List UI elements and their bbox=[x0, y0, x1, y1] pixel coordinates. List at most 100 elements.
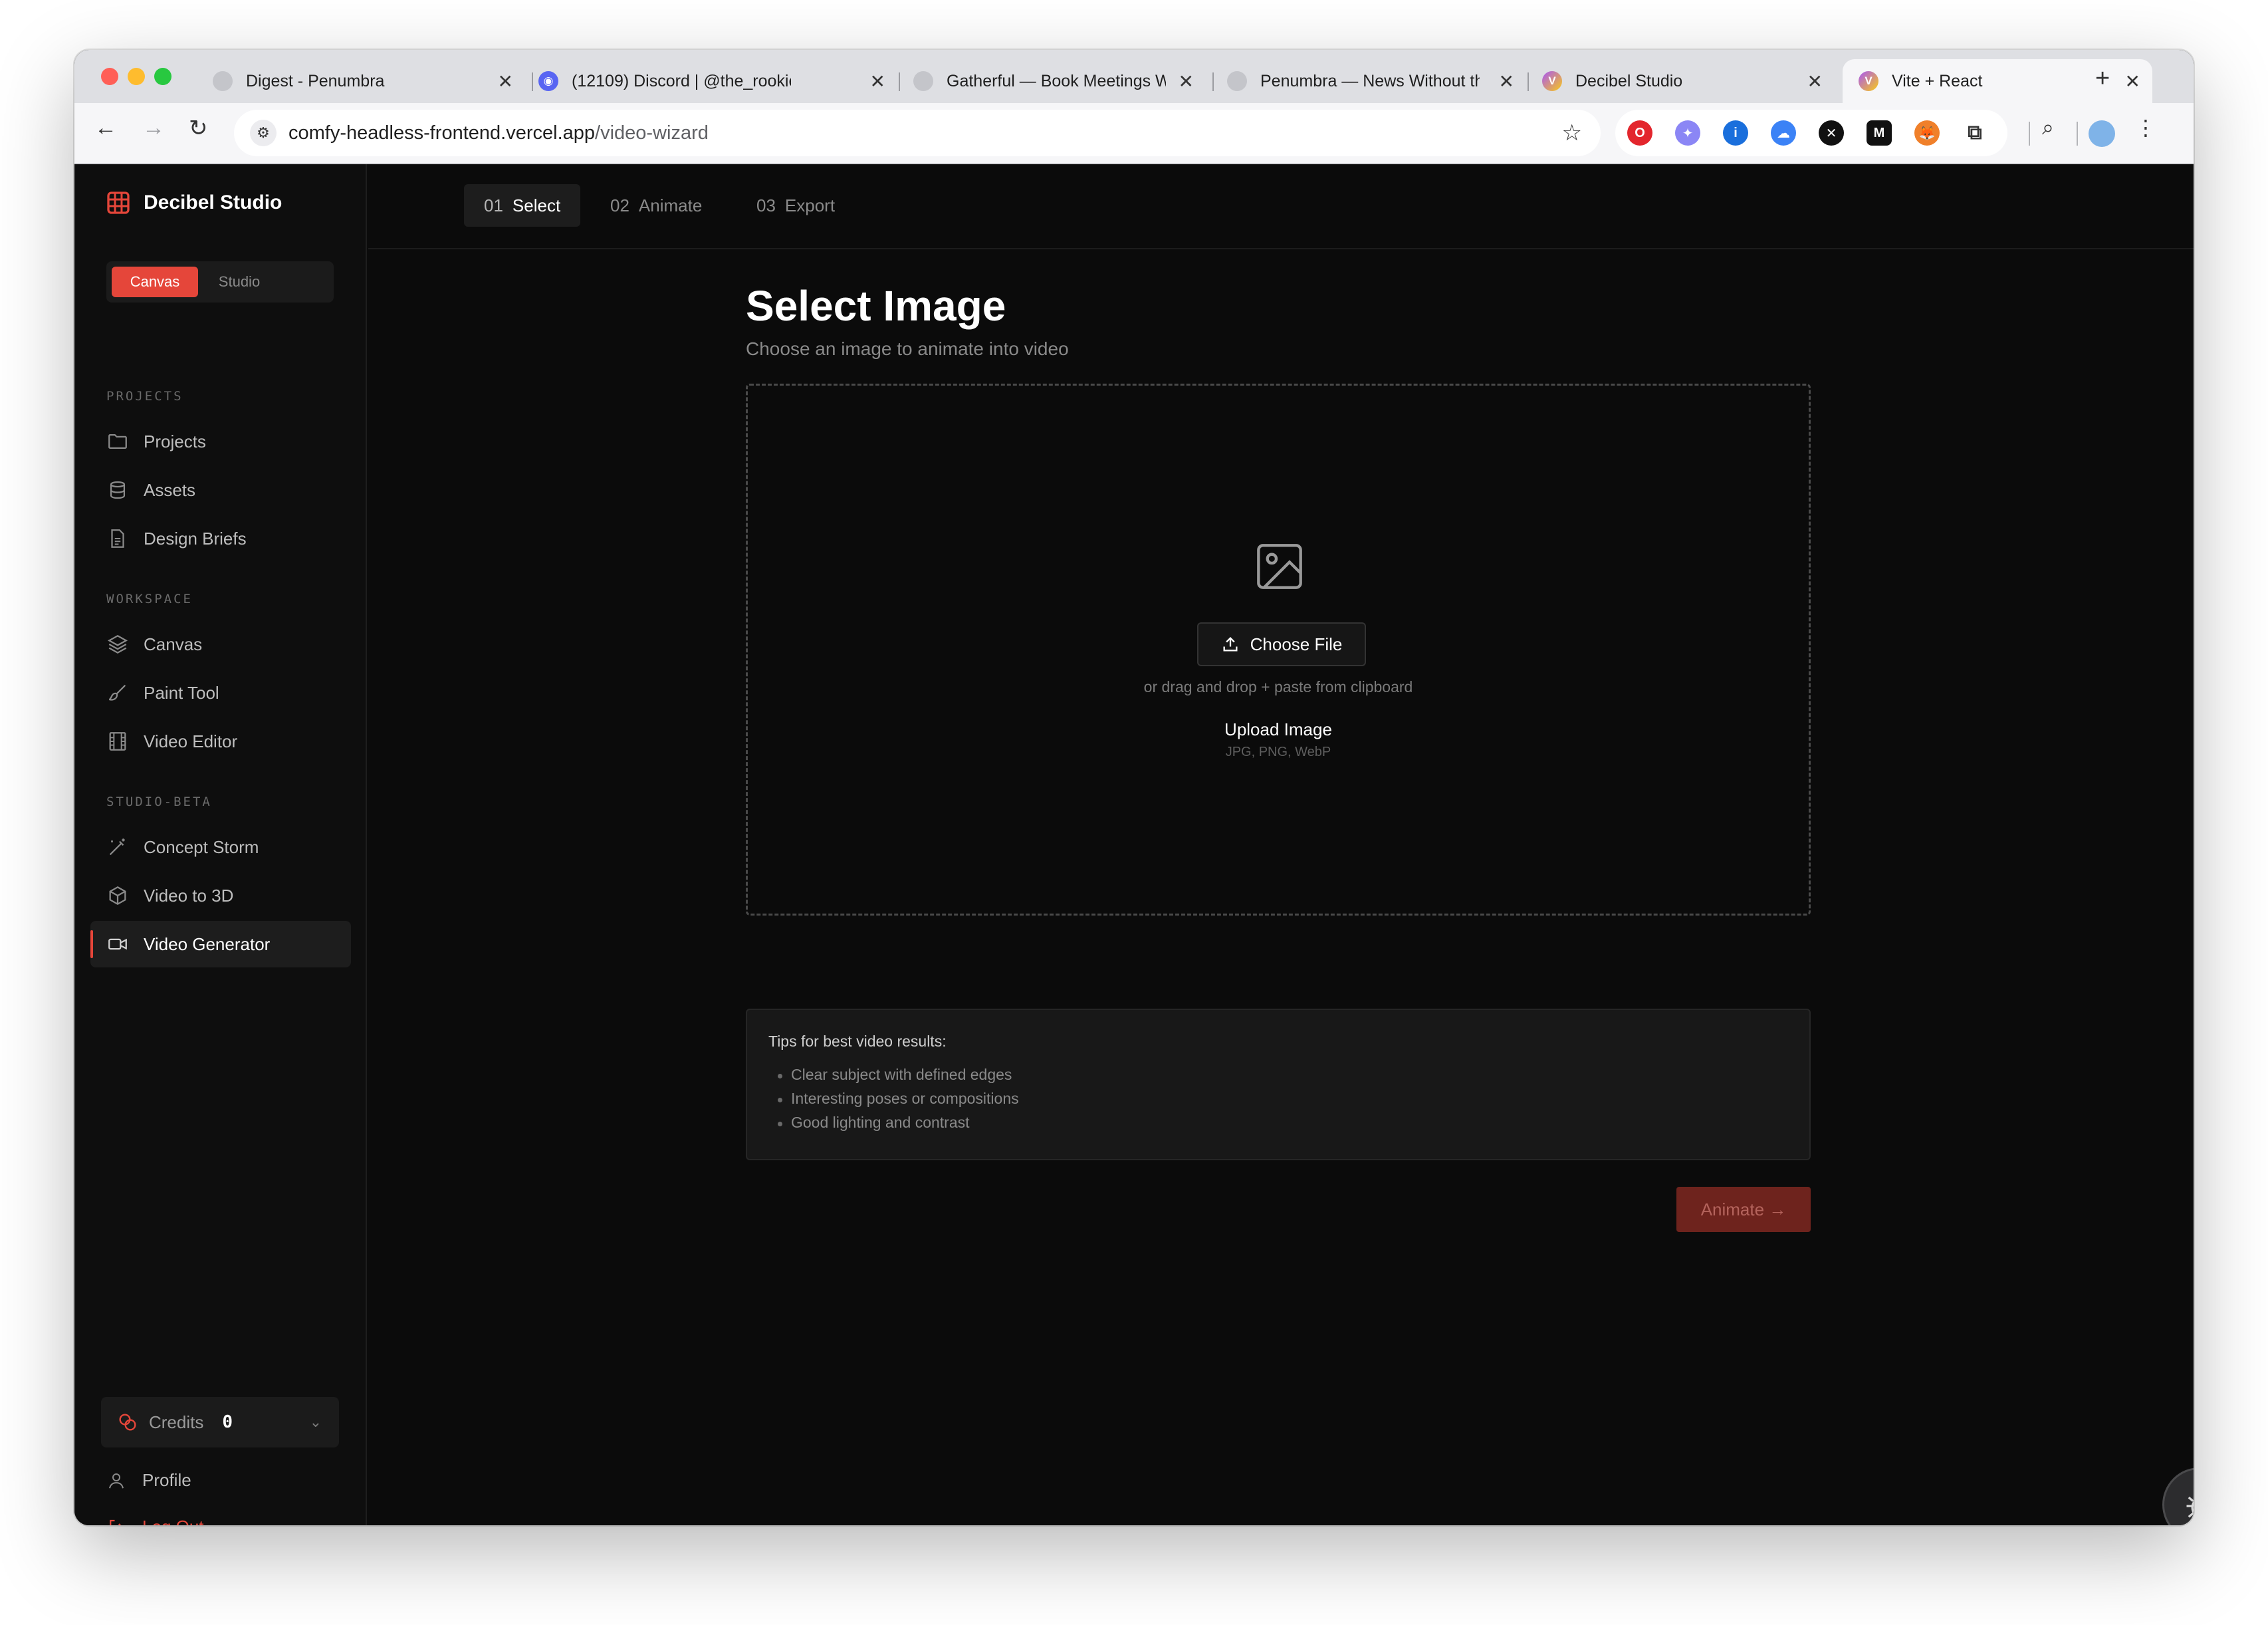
page-subtitle: Choose an image to animate into video bbox=[746, 338, 1069, 359]
browser-menu-icon[interactable]: ⋮ bbox=[2135, 115, 2156, 140]
extensions-puzzle-icon[interactable]: ⧉ bbox=[1962, 120, 1987, 146]
mode-canvas-button[interactable]: Canvas bbox=[112, 267, 198, 297]
browser-tab[interactable]: ◉ (12109) Discord | @the_rookie ✕ bbox=[538, 59, 897, 103]
onepassword-extension-icon[interactable]: i bbox=[1723, 120, 1748, 146]
credits-dropdown[interactable]: Credits 0 ⌄ bbox=[101, 1397, 339, 1447]
main-content: 01 Select 02 Animate 03 Export Select Im… bbox=[368, 164, 2194, 1525]
brush-icon bbox=[108, 684, 126, 701]
brand[interactable]: Decibel Studio bbox=[106, 191, 282, 215]
profile-link[interactable]: Profile bbox=[106, 1470, 191, 1491]
sidebar-item-paint-tool[interactable]: Paint Tool bbox=[90, 670, 351, 716]
back-icon[interactable]: ← bbox=[94, 115, 117, 141]
maximize-window-button[interactable] bbox=[154, 68, 171, 85]
bug-icon bbox=[2186, 1496, 2194, 1518]
step-label: Animate bbox=[638, 195, 703, 215]
close-tab-icon[interactable]: ✕ bbox=[1807, 70, 1823, 92]
wizard-steps: 01 Select 02 Animate 03 Export bbox=[368, 164, 2194, 249]
credits-label: Credits bbox=[149, 1412, 204, 1432]
sidebar-item-label: Video Generator bbox=[144, 934, 271, 954]
minimize-window-button[interactable] bbox=[128, 68, 145, 85]
coins-icon bbox=[119, 1414, 136, 1431]
tab-search-icon[interactable]: ⌕ bbox=[2042, 115, 2054, 140]
extensions-group: O ✦ i ☁ ✕ M 🦊 ⧉ bbox=[1615, 110, 2007, 156]
profile-avatar[interactable] bbox=[2089, 120, 2115, 147]
step-animate[interactable]: 02 Animate bbox=[590, 184, 722, 227]
browser-tab[interactable]: Gatherful — Book Meetings W ✕ bbox=[913, 59, 1206, 103]
site-info-icon[interactable]: ⚙ bbox=[250, 120, 277, 146]
tab-title: (12109) Discord | @the_rookie bbox=[572, 71, 791, 90]
step-number: 02 bbox=[610, 195, 629, 215]
film-icon bbox=[109, 732, 126, 751]
browser-tab[interactable]: Penumbra — News Without th ✕ bbox=[1227, 59, 1526, 103]
close-tab-icon[interactable]: ✕ bbox=[1499, 70, 1514, 92]
tips-panel: Tips for best video results: Clear subje… bbox=[746, 1009, 1811, 1160]
close-tab-icon[interactable]: ✕ bbox=[870, 70, 885, 92]
tab-title: Vite + React bbox=[1892, 71, 1983, 90]
close-tab-icon[interactable]: ✕ bbox=[1179, 70, 1194, 92]
sidebar-item-video-editor[interactable]: Video Editor bbox=[90, 718, 351, 765]
page-title: Select Image bbox=[746, 282, 1006, 330]
new-tab-button[interactable]: + bbox=[2095, 64, 2110, 93]
logout-icon bbox=[110, 1519, 122, 1525]
tab-title: Penumbra — News Without th bbox=[1260, 71, 1480, 90]
url-host: comfy-headless-frontend.vercel.app bbox=[288, 122, 596, 144]
logout-link[interactable]: Log Out bbox=[106, 1517, 204, 1525]
list-item: Good lighting and contrast bbox=[778, 1114, 1019, 1138]
database-icon bbox=[110, 481, 126, 499]
debug-button[interactable] bbox=[2162, 1467, 2194, 1525]
chevron-down-icon: ⌄ bbox=[309, 1414, 322, 1430]
profile-label: Profile bbox=[142, 1470, 191, 1490]
sidebar-item-design-briefs[interactable]: Design Briefs bbox=[90, 515, 351, 562]
opera-extension-icon[interactable]: O bbox=[1627, 120, 1652, 146]
vite-icon: V bbox=[1859, 71, 1878, 91]
sidebar: Decibel Studio Canvas Studio PROJECTS Pr… bbox=[74, 164, 367, 1525]
logout-label: Log Out bbox=[142, 1517, 204, 1525]
tab-title: Decibel Studio bbox=[1575, 71, 1683, 90]
reload-icon[interactable]: ↻ bbox=[189, 115, 208, 142]
sidebar-item-label: Projects bbox=[144, 431, 206, 451]
tab-title: Gatherful — Book Meetings W bbox=[947, 71, 1166, 90]
browser-window: Digest - Penumbra ✕ ◉ (12109) Discord | … bbox=[74, 50, 2194, 1525]
sidebar-item-label: Paint Tool bbox=[144, 682, 219, 703]
cloud-extension-icon[interactable]: ☁ bbox=[1771, 120, 1796, 146]
image-dropzone[interactable]: Choose File or drag and drop + paste fro… bbox=[746, 384, 1811, 916]
close-tab-icon[interactable]: ✕ bbox=[498, 70, 513, 92]
browser-tab[interactable]: Digest - Penumbra ✕ bbox=[213, 59, 525, 103]
tips-title: Tips for best video results: bbox=[768, 1033, 947, 1050]
step-export[interactable]: 03 Export bbox=[737, 184, 855, 227]
bookmark-star-icon[interactable]: ☆ bbox=[1562, 120, 1582, 146]
sidebar-item-video-generator[interactable]: Video Generator bbox=[90, 921, 351, 967]
credits-value: 0 bbox=[222, 1412, 233, 1432]
magic-wand-icon bbox=[109, 838, 125, 856]
sidebar-item-video-to-3d[interactable]: Video to 3D bbox=[90, 872, 351, 919]
step-select[interactable]: 01 Select bbox=[464, 184, 581, 227]
browser-toolbar: ← → ↻ ⚙ comfy-headless-frontend.vercel.a… bbox=[74, 103, 2194, 164]
section-label-studio-beta: STUDIO-BETA bbox=[106, 795, 212, 809]
url-path: /video-wizard bbox=[595, 122, 709, 144]
step-label: Export bbox=[784, 195, 836, 215]
sidebar-item-concept-storm[interactable]: Concept Storm bbox=[90, 824, 351, 870]
vite-icon: V bbox=[1542, 71, 1562, 91]
browser-tab[interactable]: V Decibel Studio ✕ bbox=[1542, 59, 1835, 103]
forward-icon[interactable]: → bbox=[142, 115, 165, 141]
mode-switch: Canvas Studio bbox=[106, 261, 334, 303]
animate-button[interactable]: Animate → bbox=[1676, 1187, 1811, 1232]
tab-title: Digest - Penumbra bbox=[246, 71, 385, 90]
x-extension-icon[interactable]: ✕ bbox=[1819, 120, 1844, 146]
sidebar-item-label: Assets bbox=[144, 479, 196, 500]
close-tab-icon[interactable]: ✕ bbox=[2125, 70, 2140, 92]
sidebar-item-assets[interactable]: Assets bbox=[90, 467, 351, 513]
sidebar-item-projects[interactable]: Projects bbox=[90, 418, 351, 465]
metamask-extension-icon[interactable]: 🦊 bbox=[1914, 120, 1940, 146]
step-label: Select bbox=[512, 195, 561, 215]
mode-studio-button[interactable]: Studio bbox=[206, 267, 273, 297]
choose-file-button[interactable]: Choose File bbox=[1197, 622, 1366, 666]
close-window-button[interactable] bbox=[101, 68, 118, 85]
sidebar-item-label: Design Briefs bbox=[144, 528, 247, 549]
mc-extension-icon[interactable]: M bbox=[1867, 120, 1892, 146]
sidebar-item-canvas[interactable]: Canvas bbox=[90, 621, 351, 668]
url-text: comfy-headless-frontend.vercel.app/video… bbox=[288, 122, 709, 144]
bird-extension-icon[interactable]: ✦ bbox=[1675, 120, 1700, 146]
sidebar-item-label: Canvas bbox=[144, 634, 203, 654]
address-bar[interactable]: ⚙ comfy-headless-frontend.vercel.app/vid… bbox=[234, 110, 1601, 156]
